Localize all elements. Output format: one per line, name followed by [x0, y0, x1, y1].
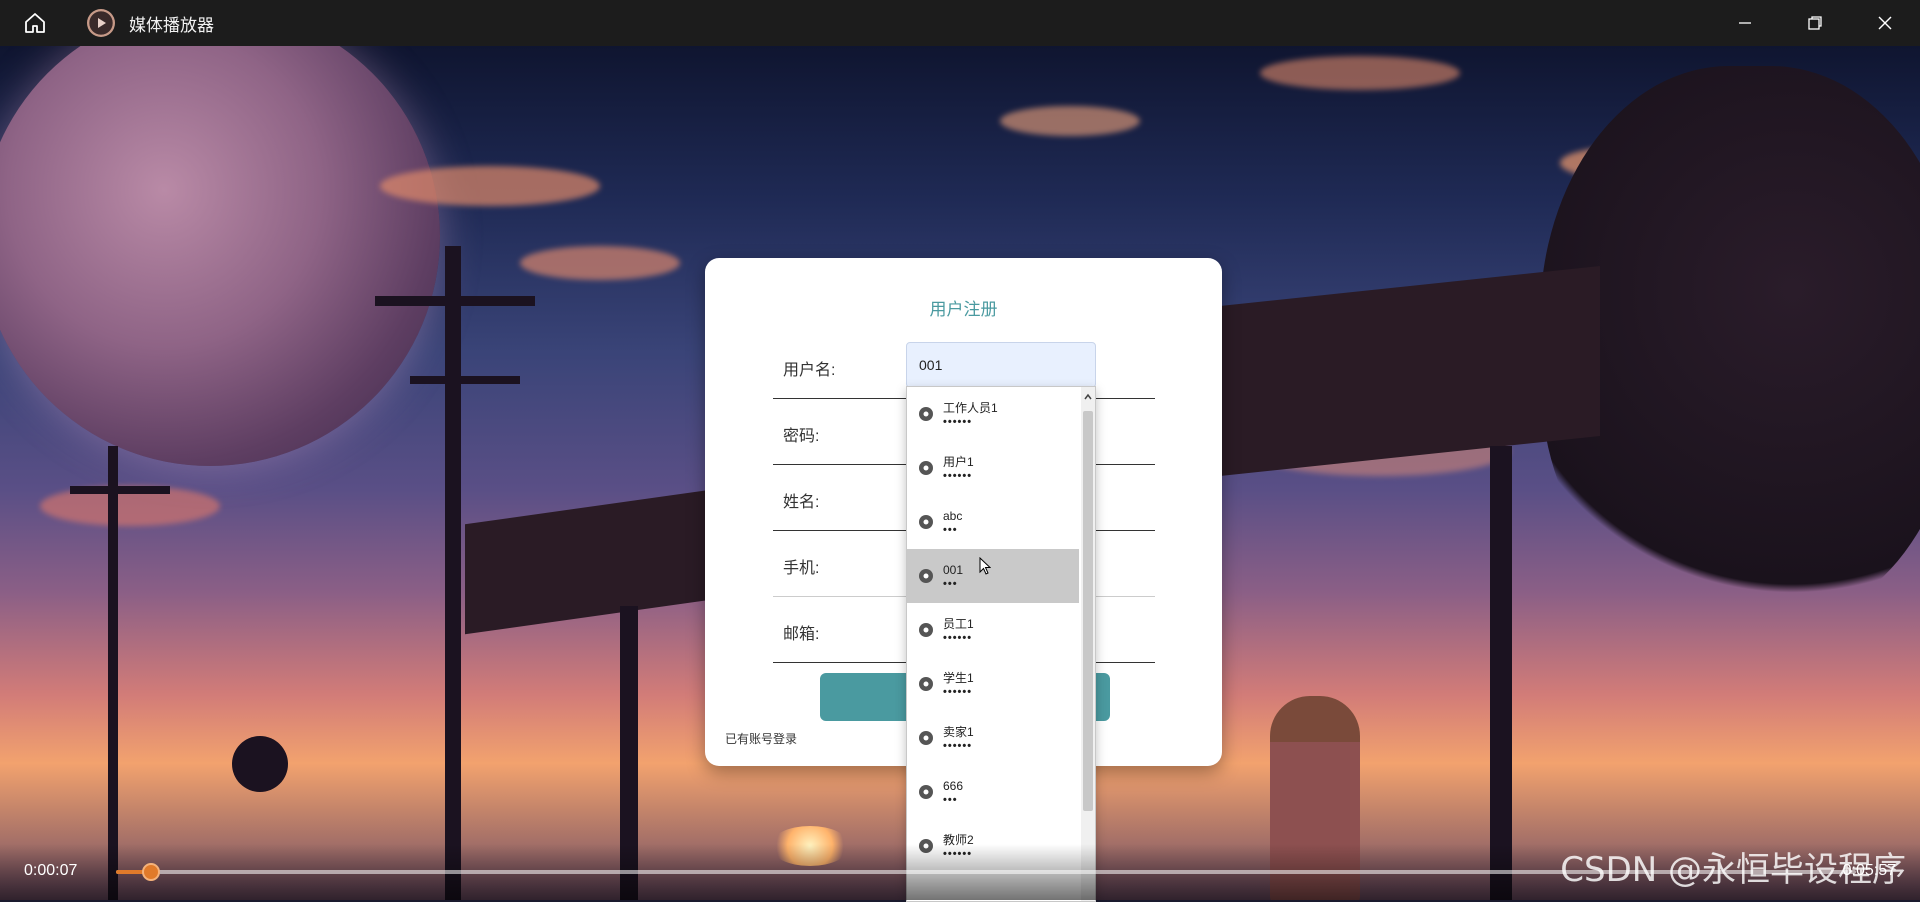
autofill-password: •••	[943, 794, 958, 806]
minimize-icon[interactable]	[1710, 0, 1780, 46]
autofill-item[interactable]: 员工1 ••••••	[907, 603, 1079, 657]
autofill-item[interactable]: 学生1 ••••••	[907, 657, 1079, 711]
current-time: 0:00:07	[24, 862, 78, 879]
play-circle-icon	[87, 9, 115, 37]
autofill-username: 001	[943, 563, 964, 577]
dropdown-scrollbar[interactable]	[1081, 387, 1095, 901]
shelter-roof	[465, 487, 725, 635]
autofill-password: ••••••	[943, 686, 973, 698]
seek-bar-handle[interactable]	[141, 863, 160, 881]
road-sign	[232, 736, 288, 792]
autofill-password: ••••••	[943, 416, 973, 428]
autofill-username: 666	[943, 779, 964, 793]
key-icon	[919, 785, 933, 799]
autofill-item[interactable]: 卖家1 ••••••	[907, 711, 1079, 765]
key-icon	[919, 515, 933, 529]
autofill-username: 学生1	[943, 671, 974, 685]
autofill-item[interactable]: abc •••	[907, 495, 1079, 549]
chevron-up-icon[interactable]	[1083, 391, 1093, 403]
utility-pole	[445, 246, 461, 900]
key-icon	[919, 623, 933, 637]
title-bar: 媒体播放器	[0, 0, 1920, 46]
cloud	[380, 166, 600, 206]
autofill-password: ••••••	[943, 470, 973, 482]
autofill-password: ••••••	[943, 632, 973, 644]
autofill-username: 用户1	[943, 455, 974, 469]
cloud	[1000, 106, 1140, 136]
autofill-item[interactable]: 666 •••	[907, 765, 1079, 819]
utility-pole	[108, 446, 118, 900]
key-icon	[919, 677, 933, 691]
autofill-item[interactable]: 工作人员1 ••••••	[907, 387, 1079, 441]
home-icon[interactable]	[17, 5, 53, 41]
cloud	[520, 246, 680, 280]
shelter-post	[1490, 446, 1512, 900]
key-icon	[919, 731, 933, 745]
scrollbar-thumb[interactable]	[1083, 411, 1093, 811]
phone-label: 手机:	[783, 560, 820, 577]
watermark-text: CSDN @永恒毕设程序	[1560, 850, 1906, 890]
close-icon[interactable]	[1850, 0, 1920, 46]
username-input[interactable]	[906, 342, 1096, 388]
key-icon	[919, 569, 933, 583]
utility-pole	[375, 296, 535, 306]
autofill-username: 员工1	[943, 617, 974, 631]
autofill-password: •••	[943, 578, 958, 590]
password-label: 密码:	[783, 428, 820, 445]
email-label: 邮箱:	[783, 626, 820, 643]
shelter-roof	[1220, 266, 1600, 476]
autofill-password: ••••••	[943, 740, 973, 752]
mouse-cursor-icon	[979, 557, 991, 575]
autofill-item-hovered[interactable]: 001 •••	[907, 549, 1079, 603]
autofill-item[interactable]: 用户1 ••••••	[907, 441, 1079, 495]
username-label: 用户名:	[783, 362, 836, 379]
utility-pole	[70, 486, 170, 494]
name-label: 姓名:	[783, 494, 820, 511]
login-link[interactable]: 已有账号登录	[725, 730, 797, 747]
autofill-username: 卖家1	[943, 725, 974, 739]
autofill-dropdown[interactable]: 工作人员1 •••••• 用户1 •••••• abc ••• 001 ••• 员工1 •…	[906, 386, 1096, 902]
window-controls	[1710, 0, 1920, 46]
restore-icon[interactable]	[1780, 0, 1850, 46]
moon-image	[0, 46, 440, 466]
dialog-title: 用户注册	[929, 300, 998, 319]
key-icon	[919, 461, 933, 475]
cloud	[1260, 56, 1460, 90]
autofill-password: •••	[943, 524, 958, 536]
app-title: 媒体播放器	[129, 15, 214, 35]
key-icon	[919, 407, 933, 421]
utility-pole	[410, 376, 520, 384]
autofill-username: abc	[943, 509, 963, 523]
autofill-username: 工作人员1	[943, 401, 998, 415]
